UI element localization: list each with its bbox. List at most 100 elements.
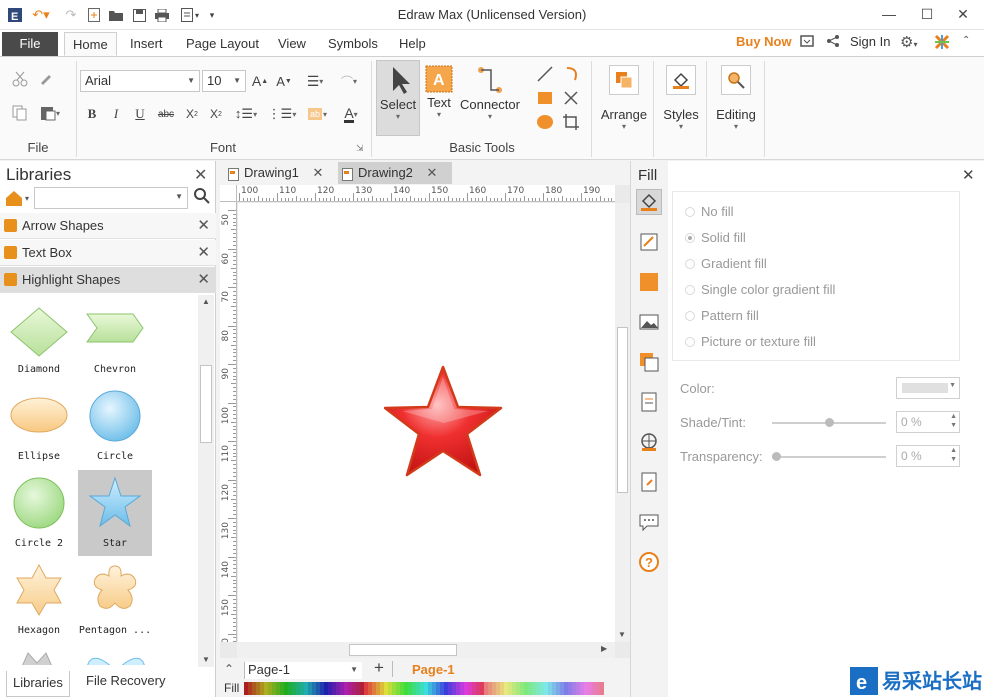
line-tool-icon[interactable]: [534, 63, 556, 85]
shape-partial-gray[interactable]: [20, 651, 54, 665]
expand-pages-icon[interactable]: ⌃: [224, 662, 234, 676]
share-icon[interactable]: [826, 34, 840, 51]
cart-icon[interactable]: [800, 34, 814, 51]
text-direction-icon[interactable]: ⌒ ▾: [334, 70, 364, 92]
page-properties-icon[interactable]: [636, 389, 662, 415]
settings-gear-icon[interactable]: ⚙▾: [900, 33, 917, 51]
theme-icon[interactable]: [934, 34, 950, 53]
shade-tint-slider[interactable]: [772, 418, 886, 427]
shape-pentagon[interactable]: Pentagon ...: [78, 559, 152, 645]
shape-ellipse[interactable]: Ellipse: [2, 385, 76, 471]
new-file-icon[interactable]: [86, 6, 102, 24]
slider-knob[interactable]: [825, 418, 834, 427]
close-library-icon[interactable]: ✕: [197, 270, 210, 288]
color-swatches[interactable]: [244, 682, 604, 695]
red-star-shape[interactable]: [384, 363, 506, 481]
sign-in-link[interactable]: Sign In: [850, 34, 890, 49]
buy-now-link[interactable]: Buy Now: [736, 34, 792, 49]
image-icon[interactable]: [636, 309, 662, 335]
styles-button[interactable]: Styles ▾: [658, 60, 704, 150]
strikethrough-icon[interactable]: abc: [154, 103, 178, 125]
add-page-icon[interactable]: +: [374, 658, 384, 678]
library-row-highlight-shapes[interactable]: Highlight Shapes ✕: [0, 267, 216, 293]
library-search-icon[interactable]: [194, 188, 210, 207]
file-menu-tab[interactable]: File: [2, 32, 58, 56]
scroll-up-icon[interactable]: ▲: [202, 297, 210, 306]
comment-icon[interactable]: [636, 509, 662, 535]
color-picker[interactable]: ▼: [896, 377, 960, 399]
shape-star[interactable]: Star: [78, 470, 152, 556]
transparency-spinbox[interactable]: 0 % ▲ ▼: [896, 445, 960, 467]
bold-icon[interactable]: B: [82, 103, 102, 125]
close-library-icon[interactable]: ✕: [197, 243, 210, 261]
crop-tool-icon[interactable]: [560, 111, 582, 133]
shape-circle-2[interactable]: Circle 2: [2, 472, 76, 558]
tab-file-recovery[interactable]: File Recovery: [80, 669, 171, 695]
transparency-slider[interactable]: [772, 452, 886, 461]
slider-knob[interactable]: [772, 452, 781, 461]
scroll-right-icon[interactable]: ▶: [601, 644, 607, 653]
arrange-button[interactable]: Arrange ▾: [596, 60, 652, 150]
tab-view[interactable]: View: [270, 32, 314, 56]
scroll-down-icon[interactable]: ▼: [202, 655, 210, 664]
maximize-button[interactable]: ☐: [910, 3, 944, 25]
rectangle-tool-icon[interactable]: [534, 87, 556, 109]
italic-icon[interactable]: I: [106, 103, 126, 125]
ellipse-tool-icon[interactable]: [534, 111, 556, 133]
close-libraries-icon[interactable]: ✕: [194, 165, 207, 185]
hyperlink-globe-icon[interactable]: [636, 429, 662, 455]
library-home-icon[interactable]: ▾: [4, 189, 32, 207]
tab-symbols[interactable]: Symbols: [320, 32, 386, 56]
shape-circle[interactable]: Circle: [78, 385, 152, 471]
align-text-icon[interactable]: ☰ ▾: [300, 70, 330, 92]
cut-icon[interactable]: [10, 69, 30, 89]
doc-tab-drawing2[interactable]: Drawing2 ✕: [338, 162, 452, 184]
close-window-button[interactable]: ✕: [946, 3, 980, 25]
font-dialog-launcher-icon[interactable]: ⇲: [356, 143, 364, 154]
font-name-select[interactable]: Arial ▼: [80, 70, 200, 92]
select-tool-button[interactable]: Select ▾: [376, 60, 420, 136]
tab-home[interactable]: Home: [64, 32, 117, 56]
connector-tool-button[interactable]: Connector ▾: [458, 60, 522, 136]
radio-no-fill[interactable]: No fill: [685, 204, 734, 219]
radio-gradient-fill[interactable]: Gradient fill: [685, 256, 767, 271]
canvas-vertical-scrollbar[interactable]: ▼: [615, 203, 630, 642]
customize-toolbar-icon[interactable]: ▾: [206, 6, 218, 24]
shade-tint-spinbox[interactable]: 0 % ▲ ▼: [896, 411, 960, 433]
active-page-tab[interactable]: Page-1: [412, 662, 455, 677]
open-file-icon[interactable]: [108, 6, 124, 24]
libraries-scrollbar[interactable]: ▲ ▼: [198, 295, 214, 667]
radio-solid-fill[interactable]: Solid fill: [685, 230, 746, 245]
print-icon[interactable]: [154, 6, 170, 24]
export-icon[interactable]: ▾: [178, 6, 202, 24]
scroll-thumb[interactable]: [200, 365, 212, 443]
radio-single-color-gradient-fill[interactable]: Single color gradient fill: [685, 282, 835, 297]
scroll-down-icon[interactable]: ▼: [618, 630, 626, 639]
tab-page-layout[interactable]: Page Layout: [178, 32, 267, 56]
tab-libraries[interactable]: Libraries: [6, 671, 70, 697]
library-search-input[interactable]: ▼: [34, 187, 188, 209]
decrease-font-icon[interactable]: A ▼: [274, 70, 294, 92]
superscript-icon[interactable]: X2: [206, 103, 226, 125]
library-row-text-box[interactable]: Text Box ✕: [0, 240, 216, 266]
page-selector[interactable]: Page-1 ▼: [244, 662, 362, 679]
line-style-icon[interactable]: [636, 229, 662, 255]
close-tab-icon[interactable]: ✕: [313, 165, 324, 180]
paste-icon[interactable]: ▾: [36, 103, 64, 123]
text-tool-button[interactable]: A Text ▾: [422, 60, 456, 136]
layers-icon[interactable]: [636, 349, 662, 375]
close-tab-icon[interactable]: ✕: [427, 165, 438, 180]
doc-tab-drawing1[interactable]: Drawing1 ✕: [224, 162, 336, 184]
scroll-thumb[interactable]: [349, 644, 457, 656]
radio-picture-fill[interactable]: Picture or texture fill: [685, 334, 816, 349]
arc-tool-icon[interactable]: [560, 63, 582, 85]
line-spacing-icon[interactable]: ↕☰ ▾: [230, 103, 262, 125]
shape-diamond[interactable]: Diamond: [2, 298, 76, 384]
scroll-thumb[interactable]: [617, 327, 628, 493]
font-color-icon[interactable]: A ▾: [336, 103, 366, 125]
subscript-icon[interactable]: X2: [182, 103, 202, 125]
shape-hexagon[interactable]: Hexagon: [2, 559, 76, 645]
attachment-icon[interactable]: [636, 469, 662, 495]
shape-partial-heart[interactable]: [86, 651, 146, 665]
shadow-square-icon[interactable]: [636, 269, 662, 295]
